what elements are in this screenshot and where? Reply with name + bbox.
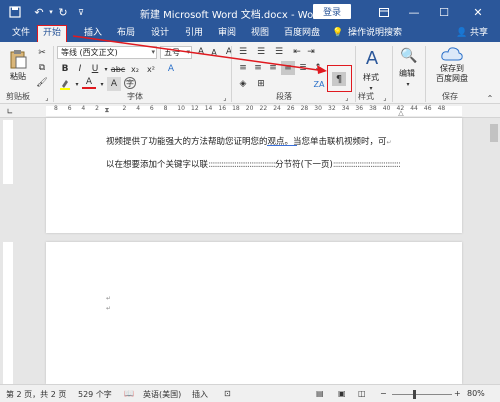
document-line-1[interactable]: 视频提供了功能强大的方法帮助您证明您的观点。当您单击联机视频时，可↵ (106, 135, 392, 147)
insert-mode[interactable]: 插入 (192, 389, 208, 400)
read-mode-icon[interactable]: ▤ (316, 389, 324, 398)
ruler-number: 2 (122, 105, 127, 112)
document-page-2[interactable]: ↵ ↵ (46, 242, 462, 384)
ruler-number: 38 (369, 105, 377, 112)
scrollbar-thumb[interactable] (490, 124, 498, 142)
ruler-number: 12 (191, 105, 199, 112)
print-layout-icon[interactable]: ▣ (338, 389, 346, 398)
right-indent-marker-icon[interactable]: △ (397, 109, 405, 117)
spelling-underline (267, 145, 297, 146)
indent-marker-icon[interactable]: ⧗ (103, 104, 111, 117)
ruler-number: 46 (423, 105, 432, 112)
ruler-number: 22 (259, 105, 268, 112)
word-count[interactable]: 529 个字 (78, 389, 112, 400)
paragraph-mark: ↵ (106, 305, 112, 312)
ruler-number: 30 (314, 105, 322, 112)
section-break-dots: :::::::::::::::::::::::::::::::::::: (332, 160, 401, 170)
ruler-number: 2 (95, 105, 99, 112)
ruler-number: 32 (328, 105, 336, 112)
ruler-number: 40 (382, 105, 391, 112)
document-line-2[interactable]: 以在想要添加个关键字以联::::::::::::::::::::::::::::… (106, 158, 401, 170)
ruler-number: 8 (54, 105, 58, 112)
ruler-number: 8 (163, 105, 168, 112)
ruler-number: 10 (177, 105, 185, 112)
section-break-label: 分节符(下一页) (275, 160, 333, 170)
ruler-number: 4 (136, 105, 141, 112)
vertical-scrollbar[interactable] (488, 118, 500, 384)
page-count[interactable]: 第 2 页，共 2 页 (6, 389, 66, 400)
zoom-in-icon[interactable]: + (454, 389, 461, 398)
horizontal-ruler[interactable]: ∟ 8 6 4 2 2 4 6 8 10 12 14 16 18 20 22 24 26 28 30 32 34 36 38… (0, 104, 500, 118)
ruler-number: 20 (245, 105, 254, 112)
vertical-ruler-bottom (3, 242, 13, 384)
language[interactable]: 英语(美国) (143, 389, 181, 400)
web-layout-icon[interactable]: ◫ (358, 389, 366, 398)
zoom-out-icon[interactable]: − (380, 389, 387, 398)
paragraph-mark: ↵ (386, 139, 392, 146)
zoom-slider-thumb[interactable] (413, 390, 416, 399)
ruler-number: 34 (341, 105, 350, 112)
ruler-number: 48 (437, 105, 446, 112)
ruler-number: 6 (149, 105, 154, 112)
status-bar: 第 2 页，共 2 页 529 个字 📖 英语(美国) 插入 ⊡ ▤ ▣ ◫ −… (0, 384, 500, 402)
zoom-level[interactable]: 80% (467, 389, 485, 398)
ruler-number: 24 (273, 105, 281, 112)
tab-selector-icon[interactable]: ∟ (3, 104, 17, 118)
ruler-number: 4 (81, 105, 86, 112)
document-page-1[interactable]: 视频提供了功能强大的方法帮助您证明您的观点。当您单击联机视频时，可↵ 以在想要添… (46, 118, 462, 233)
ruler-number: 6 (67, 105, 72, 112)
paragraph-mark: ↵ (106, 295, 112, 302)
ruler-number: 44 (410, 105, 418, 112)
macro-icon[interactable]: ⊡ (224, 389, 231, 398)
ruler-number: 14 (204, 105, 213, 112)
ruler-number: 26 (286, 105, 295, 112)
section-break-dots: :::::::::::::::::::::::::::::::::::: (208, 160, 276, 170)
proofing-icon[interactable]: 📖 (124, 389, 134, 398)
zoom-slider[interactable] (392, 394, 452, 395)
ruler-number: 36 (355, 105, 364, 112)
ruler-number: 16 (218, 105, 227, 112)
vertical-ruler-top (3, 120, 13, 184)
ruler-number: 18 (232, 105, 240, 112)
ruler-number: 28 (300, 105, 309, 112)
